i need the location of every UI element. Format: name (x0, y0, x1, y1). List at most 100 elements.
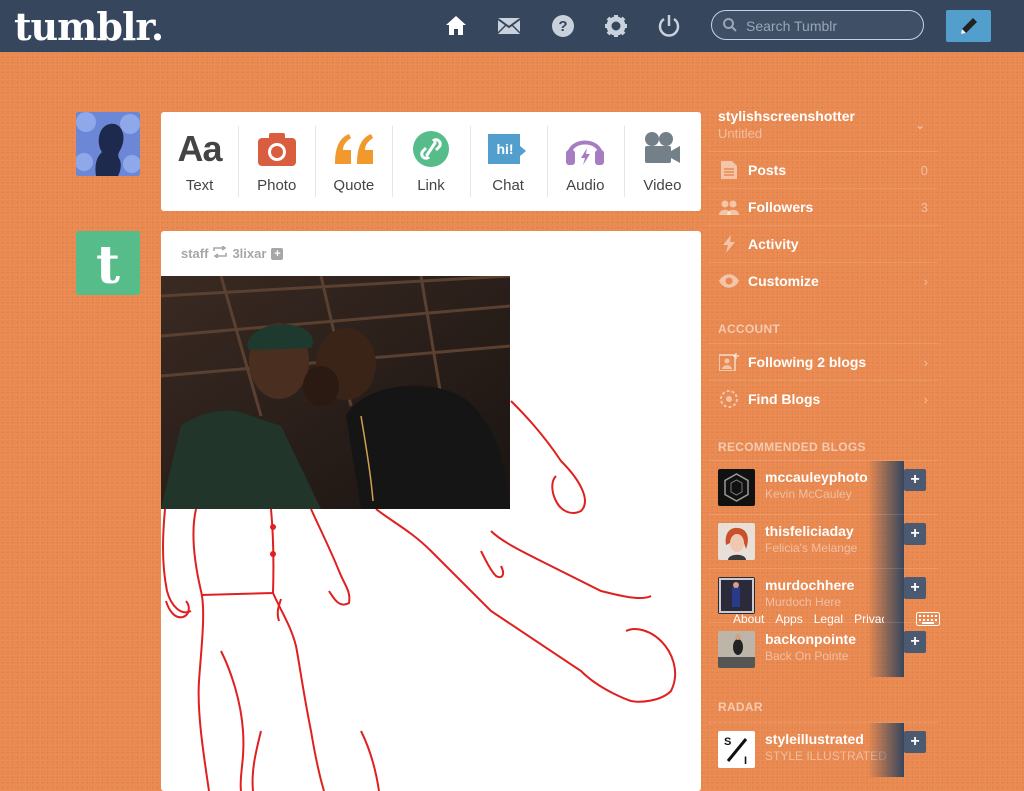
footer-link-legal[interactable]: Legal (814, 612, 843, 626)
headphones-icon (565, 130, 605, 168)
sidebar-item-label: Posts (748, 162, 787, 178)
dashboard-post: staff 3lixar + (161, 231, 701, 791)
eye-icon (718, 274, 740, 288)
radar-heading: RADAR (718, 700, 763, 714)
blog-name: backonpointe (765, 631, 857, 647)
follow-button[interactable]: + (904, 577, 926, 599)
fade-overlay (868, 515, 904, 569)
sidebar-item-find-blogs[interactable]: Find Blogs › (708, 380, 938, 417)
svg-text:?: ? (558, 18, 567, 35)
chevron-right-icon: › (923, 391, 928, 407)
compass-icon (718, 389, 740, 409)
post-type-quote[interactable]: Quote (315, 112, 392, 211)
blog-name: mccauleyphoto (765, 469, 868, 485)
help-icon[interactable]: ? (550, 13, 576, 39)
post-type-label: Audio (566, 177, 605, 194)
blog-name: styleillustrated (765, 731, 864, 747)
footer-link-about[interactable]: About (733, 612, 764, 626)
top-nav-bar: tumblr. ? (0, 0, 1024, 52)
blog-title: Untitled (718, 126, 763, 141)
follow-button[interactable]: + (904, 631, 926, 653)
post-type-audio[interactable]: Audio (546, 112, 624, 211)
account-heading: ACCOUNT (718, 322, 781, 336)
quote-icon (333, 130, 375, 168)
followers-count: 3 (920, 199, 928, 215)
compose-button[interactable] (946, 10, 991, 42)
blog-thumbnail (718, 469, 755, 506)
recommended-blog[interactable]: backonpointe Back On Pointe + (708, 622, 938, 677)
chevron-right-icon: › (923, 354, 928, 370)
sidebar-item-label: Find Blogs (748, 391, 821, 407)
sidebar-item-followers[interactable]: Followers 3 (708, 188, 938, 225)
svg-text:t: t (96, 235, 120, 295)
video-camera-icon (643, 130, 681, 168)
post-type-label: Quote (333, 177, 375, 194)
blog-title: Kevin McCauley (765, 487, 852, 501)
followers-icon (718, 199, 740, 215)
following-icon (718, 353, 740, 371)
gear-icon[interactable] (603, 13, 629, 39)
mail-icon[interactable] (496, 13, 522, 39)
sidebar-item-activity[interactable]: Activity (708, 225, 938, 262)
pencil-icon (960, 18, 977, 34)
chat-icon: hi! (488, 130, 528, 168)
staff-avatar[interactable]: t (76, 231, 140, 295)
tumblr-logo[interactable]: tumblr. (14, 4, 164, 49)
blog-name: thisfeliciaday (765, 523, 854, 539)
chevron-right-icon: › (923, 273, 928, 289)
blog-title: Back On Pointe (765, 649, 849, 663)
user-avatar[interactable] (76, 112, 140, 176)
post-type-video[interactable]: Video (623, 112, 701, 211)
text-icon: Aa (177, 128, 223, 169)
fade-overlay (868, 623, 904, 677)
post-type-chat[interactable]: hi! Chat (469, 112, 547, 211)
blog-thumbnail (718, 577, 755, 614)
post-type-label: Chat (492, 177, 524, 194)
power-icon[interactable] (656, 13, 682, 39)
posts-count: 0 (920, 162, 928, 178)
search-input[interactable] (744, 16, 918, 36)
blog-name: murdochhere (765, 577, 855, 593)
post-type-link[interactable]: Link (392, 112, 469, 211)
sidebar-item-label: Following 2 blogs (748, 354, 867, 370)
follow-button[interactable]: + (904, 731, 926, 753)
recommended-blog[interactable]: thisfeliciaday Felicia's Melange + (708, 514, 938, 569)
post-type-text[interactable]: Aa Text (161, 112, 238, 211)
blog-thumbnail (718, 631, 755, 668)
recommended-blog[interactable]: mccauleyphoto Kevin McCauley + (708, 460, 938, 515)
post-type-label: Link (417, 177, 445, 194)
chevron-down-icon[interactable]: ⌄ (915, 118, 925, 132)
sidebar-item-label: Customize (748, 273, 819, 289)
keyboard-icon[interactable] (916, 612, 940, 631)
footer-links: About Apps Legal Privacy (733, 612, 884, 626)
post-type-photo[interactable]: Photo (238, 112, 315, 211)
svg-text:hi!: hi! (497, 141, 514, 157)
blog-name: stylishscreenshotter (718, 108, 855, 124)
footer-link-privacy[interactable]: Privacy (854, 612, 884, 626)
fade-overlay (868, 461, 904, 515)
sidebar-item-customize[interactable]: Customize › (708, 262, 938, 299)
sidebar-item-label: Activity (748, 236, 799, 252)
camera-icon (257, 130, 296, 168)
post-type-label: Text (185, 177, 214, 194)
fade-overlay (868, 723, 904, 777)
sidebar-item-label: Followers (748, 199, 814, 215)
blog-header[interactable]: stylishscreenshotter Untitled ⌄ (708, 100, 938, 148)
home-icon[interactable] (443, 13, 469, 39)
sidebar-item-posts[interactable]: Posts 0 (708, 151, 938, 188)
follow-button[interactable]: + (904, 523, 926, 545)
search-box[interactable] (711, 10, 924, 40)
blog-title: Murdoch Here (765, 595, 842, 609)
follow-button[interactable]: + (904, 469, 926, 491)
footer-link-apps[interactable]: Apps (775, 612, 802, 626)
post-type-label: Video (643, 177, 682, 194)
posts-icon (718, 161, 740, 179)
sidebar-item-following[interactable]: Following 2 blogs › (708, 343, 938, 380)
lightning-icon (718, 235, 740, 253)
link-icon (412, 130, 449, 168)
post-photo[interactable] (161, 276, 510, 509)
recommended-heading: RECOMMENDED BLOGS (718, 440, 866, 454)
svg-text:I: I (744, 755, 747, 767)
blog-thumbnail (718, 523, 755, 560)
post-type-label: Photo (257, 177, 297, 194)
